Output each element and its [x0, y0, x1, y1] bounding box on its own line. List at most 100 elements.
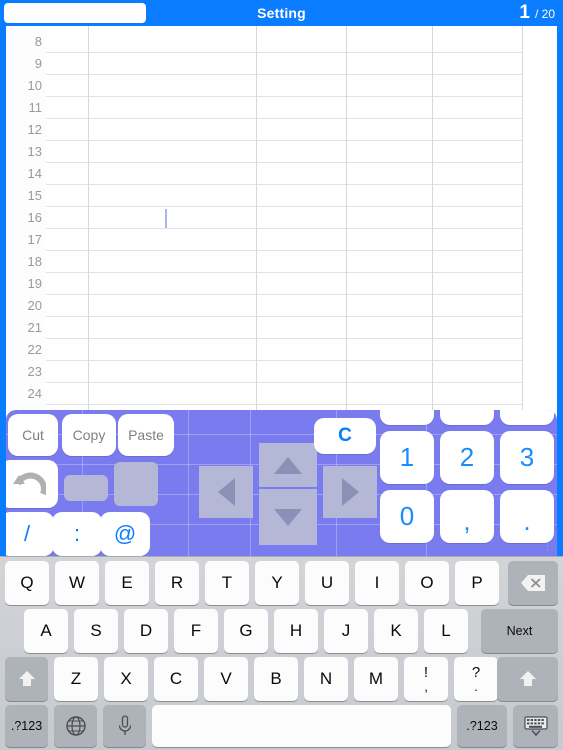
key-Z[interactable]: Z [54, 657, 98, 701]
grid-row-line [46, 338, 557, 339]
editing-overlay-toolbar: ⋮ Cut Copy Paste / : @ C 1 2 3 0 , . [6, 410, 557, 556]
arrow-down-icon [274, 508, 302, 526]
cut-button[interactable]: Cut [8, 414, 58, 456]
key-label-top: ! [423, 664, 429, 681]
key-J[interactable]: J [324, 609, 368, 653]
page-total: / 20 [534, 7, 555, 21]
key-A[interactable]: A [24, 609, 68, 653]
right-rail [557, 26, 563, 556]
at-key[interactable]: @ [100, 512, 150, 556]
top-bar: Setting 1 / 20 [0, 0, 563, 26]
arrow-left-key[interactable] [199, 466, 253, 518]
numpad-key-.[interactable]: . [500, 490, 554, 543]
row-number-label: 15 [27, 188, 42, 203]
numpad-key-,[interactable]: , [440, 490, 494, 543]
key-label: S [90, 621, 102, 640]
grid-row-line [46, 118, 557, 119]
key-K[interactable]: K [374, 609, 418, 653]
copy-button[interactable]: Copy [62, 414, 116, 456]
key-V[interactable]: V [204, 657, 248, 701]
key-H[interactable]: H [274, 609, 318, 653]
key-X[interactable]: X [104, 657, 148, 701]
key-label: B [270, 669, 282, 688]
arrow-down-key[interactable] [259, 489, 317, 545]
key-Q[interactable]: Q [5, 561, 49, 605]
key-N[interactable]: N [304, 657, 348, 701]
globe-key[interactable] [54, 705, 97, 747]
key-P[interactable]: P [455, 561, 499, 605]
undo-button[interactable] [6, 460, 58, 508]
arrow-up-key[interactable] [259, 443, 317, 487]
row-number-label: 9 [34, 56, 42, 71]
numpad-key-label: 3 [519, 442, 535, 472]
numpad-key-6[interactable]: 6 [500, 410, 554, 425]
grid-row-line [46, 316, 557, 317]
key-?.[interactable]: ?. [454, 657, 498, 701]
text-cursor [165, 209, 167, 228]
key-F[interactable]: F [174, 609, 218, 653]
numpad-key-5[interactable]: 5 [440, 410, 494, 425]
key-I[interactable]: I [355, 561, 399, 605]
row-number-label: 24 [27, 386, 42, 401]
shift-left-key[interactable] [5, 657, 48, 701]
row-number-label: 12 [27, 122, 42, 137]
key-D[interactable]: D [124, 609, 168, 653]
paste-button[interactable]: Paste [118, 414, 174, 456]
key-label: P [471, 573, 483, 592]
numpad-key-1[interactable]: 1 [380, 431, 434, 484]
key-E[interactable]: E [105, 561, 149, 605]
key-R[interactable]: R [155, 561, 199, 605]
grid-row-line [46, 206, 557, 207]
resize-grip-dots[interactable]: ⋮ [542, 542, 553, 553]
grid-row-line [46, 52, 557, 53]
numpad-key-label: . [523, 506, 531, 536]
slash-label: / [23, 521, 31, 546]
key-W[interactable]: W [55, 561, 99, 605]
key-label: E [121, 573, 133, 592]
key-B[interactable]: B [254, 657, 298, 701]
arrow-left-icon [217, 478, 235, 506]
key-label-top: ? [471, 664, 481, 681]
arrow-up-icon [274, 456, 302, 474]
key-M[interactable]: M [354, 657, 398, 701]
arrow-right-key[interactable] [323, 466, 377, 518]
key-label: J [341, 621, 351, 640]
numpad-key-0[interactable]: 0 [380, 490, 434, 543]
key-label: W [68, 573, 86, 592]
key-label: K [390, 621, 402, 640]
key-U[interactable]: U [305, 561, 349, 605]
shift-arrow-icon [519, 671, 536, 686]
key-label: I [374, 573, 380, 592]
key-T[interactable]: T [205, 561, 249, 605]
key-label: L [441, 621, 451, 640]
key-!,[interactable]: !, [404, 657, 448, 701]
key-Y[interactable]: Y [255, 561, 299, 605]
numeric-switch-left-key[interactable]: .?123 [5, 705, 48, 747]
key-C[interactable]: C [154, 657, 198, 701]
space-key[interactable] [152, 705, 451, 747]
key-label: V [220, 669, 232, 688]
backspace-key[interactable] [508, 561, 558, 605]
shift-right-key[interactable] [497, 657, 558, 701]
numpad-key-label: 6 [520, 410, 534, 414]
numeric-switch-right-key[interactable]: .?123 [457, 705, 507, 747]
numpad-key-3[interactable]: 3 [500, 431, 554, 484]
key-O[interactable]: O [405, 561, 449, 605]
dictation-key[interactable] [103, 705, 146, 747]
onscreen-keyboard: Q W E R T Y U I O P A S D F G H J K L Z X C V B N M!,?. Next [0, 556, 563, 750]
clear-key[interactable]: C [314, 418, 376, 454]
key-S[interactable]: S [74, 609, 118, 653]
grid-row-line [46, 382, 557, 383]
return-next-key[interactable]: Next [481, 609, 558, 653]
slash-key[interactable]: / [6, 512, 54, 556]
key-G[interactable]: G [224, 609, 268, 653]
colon-key[interactable]: : [52, 512, 102, 556]
numpad-key-4[interactable]: 4 [380, 410, 434, 425]
hide-keyboard-key[interactable] [513, 705, 558, 747]
key-L[interactable]: L [424, 609, 468, 653]
numeric-switch-left-label: .?123 [10, 719, 43, 733]
at-label: @ [113, 521, 137, 546]
numpad-key-2[interactable]: 2 [440, 431, 494, 484]
colon-label: : [73, 521, 81, 546]
row-number-label: 21 [27, 320, 42, 335]
